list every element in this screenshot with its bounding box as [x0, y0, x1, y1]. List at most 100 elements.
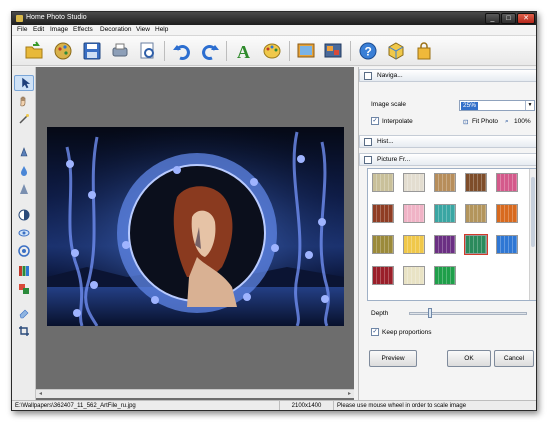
status-hint: Please use mouse wheel in order to scale…	[337, 403, 467, 409]
photo-image[interactable]	[47, 127, 344, 326]
fit-photo-icon[interactable]: ⊡	[463, 118, 468, 126]
cone-icon[interactable]	[18, 183, 30, 195]
status-bar: E:\Wallpapers\362407_11_562_ArtFile_ru.j…	[12, 400, 536, 410]
frame-swatch[interactable]	[465, 204, 487, 223]
interpolate-label: Interpolate	[382, 118, 413, 125]
frame-swatch[interactable]	[434, 266, 456, 285]
frame-swatch[interactable]	[372, 266, 394, 285]
frame-swatch[interactable]	[465, 173, 487, 192]
palette-wheel-icon[interactable]	[53, 41, 73, 61]
image-frame-icon[interactable]	[296, 41, 316, 61]
target-icon[interactable]	[18, 245, 30, 257]
frame-swatch[interactable]	[434, 173, 456, 192]
menu-edit[interactable]: Edit	[33, 26, 44, 33]
navigator-icon	[364, 72, 372, 80]
window-title: Home Photo Studio	[26, 14, 87, 21]
preview-button[interactable]: Preview	[369, 350, 417, 367]
app-logo-icon	[16, 15, 23, 22]
contrast-icon[interactable]	[18, 209, 30, 221]
text-icon[interactable]: A	[234, 41, 254, 61]
frame-swatch[interactable]	[403, 235, 425, 254]
right-panel: Naviga... Image scale 25% ▼ ✓ Interpolat…	[358, 67, 536, 400]
3d-cube-icon[interactable]	[386, 41, 406, 61]
frame-gallery[interactable]	[367, 168, 536, 301]
main-toolbar: A ?	[12, 36, 536, 66]
color-palette-icon[interactable]	[262, 41, 282, 61]
gallery-scrollbar[interactable]	[529, 169, 536, 300]
menu-view[interactable]: View	[136, 26, 150, 33]
menu-effects[interactable]: Effects	[73, 26, 93, 33]
redo-icon[interactable]	[200, 41, 220, 61]
frame-swatch[interactable]	[496, 173, 518, 192]
menu-bar: File Edit Image Effects Decoration View …	[12, 25, 536, 36]
image-scale-combo[interactable]: 25% ▼	[459, 100, 535, 111]
depth-label: Depth	[371, 310, 389, 317]
frame-swatch[interactable]	[464, 234, 488, 255]
depth-slider-thumb[interactable]	[428, 308, 433, 318]
undo-icon[interactable]	[172, 41, 192, 61]
cancel-button[interactable]: Cancel	[494, 350, 534, 367]
hand-icon[interactable]	[18, 95, 30, 107]
scroll-left-icon[interactable]: ◂	[39, 390, 42, 397]
svg-text:A: A	[237, 42, 250, 61]
zoom-100-button[interactable]: 100%	[514, 118, 531, 125]
pointer-icon[interactable]	[14, 75, 34, 91]
menu-help[interactable]: Help	[155, 26, 168, 33]
bag-icon[interactable]	[414, 41, 434, 61]
chevron-down-icon[interactable]: ▼	[525, 101, 534, 110]
frame-swatch[interactable]	[496, 204, 518, 223]
preview-icon[interactable]	[137, 41, 157, 61]
eye-icon[interactable]	[18, 227, 30, 239]
left-toolbox	[12, 67, 36, 400]
histogram-header[interactable]: Hist...	[359, 135, 536, 148]
frame-swatch[interactable]	[434, 235, 456, 254]
drop-icon[interactable]	[18, 165, 30, 177]
frame-swatch[interactable]	[496, 235, 518, 254]
image-scale-label: Image scale	[371, 101, 407, 108]
menu-decoration[interactable]: Decoration	[100, 26, 131, 33]
svg-text:?: ?	[365, 45, 372, 59]
keep-proportions-label: Keep proportions	[382, 329, 432, 336]
picture-frames-header[interactable]: Picture Fr...	[359, 153, 536, 166]
frame-swatch[interactable]	[372, 235, 394, 254]
frame-swatch[interactable]	[403, 204, 425, 223]
menu-file[interactable]: File	[17, 26, 27, 33]
gallery-scroll-thumb[interactable]	[531, 177, 535, 247]
levels-icon[interactable]	[18, 265, 30, 277]
horizontal-scrollbar[interactable]: ◂ ▸	[36, 389, 354, 398]
status-file-path: E:\Wallpapers\362407_11_562_ArtFile_ru.j…	[12, 401, 280, 410]
minimize-button[interactable]: _	[485, 13, 500, 24]
frame-swatch[interactable]	[434, 204, 456, 223]
depth-slider-track[interactable]	[409, 312, 527, 315]
frame-swatch[interactable]	[372, 173, 394, 192]
print-icon[interactable]	[110, 41, 130, 61]
navigator-header[interactable]: Naviga...	[359, 69, 536, 82]
menu-image[interactable]: Image	[50, 26, 68, 33]
toolbar-separator	[289, 41, 290, 61]
app-window: Home Photo Studio _ □ ✕ File Edit Image …	[11, 11, 537, 411]
scroll-right-icon[interactable]: ▸	[348, 390, 351, 397]
ok-button[interactable]: OK	[447, 350, 491, 367]
title-bar[interactable]: Home Photo Studio _ □ ✕	[12, 12, 536, 25]
toolbar-separator	[164, 41, 165, 61]
dropper-icon[interactable]	[18, 147, 30, 159]
zoom-100-icon[interactable]: ⌕	[505, 118, 509, 126]
fit-photo-button[interactable]: Fit Photo	[472, 118, 498, 125]
help-icon[interactable]: ?	[358, 41, 378, 61]
maximize-button[interactable]: □	[501, 13, 516, 24]
crop-icon[interactable]	[18, 325, 30, 337]
close-button[interactable]: ✕	[517, 13, 535, 24]
frame-swatch[interactable]	[403, 266, 425, 285]
color-icon[interactable]	[18, 283, 30, 295]
magic-wand-icon[interactable]	[18, 113, 30, 125]
frame-swatch[interactable]	[403, 173, 425, 192]
image-scale-value: 25%	[461, 102, 479, 110]
save-icon[interactable]	[82, 41, 102, 61]
eraser-icon[interactable]	[18, 307, 30, 319]
interpolate-checkbox[interactable]: ✓	[371, 117, 379, 125]
open-folder-icon[interactable]	[24, 41, 44, 61]
frame-swatch[interactable]	[372, 204, 394, 223]
collage-icon[interactable]	[323, 41, 343, 61]
picture-frames-icon	[364, 156, 372, 164]
keep-proportions-checkbox[interactable]: ✓	[371, 328, 379, 336]
